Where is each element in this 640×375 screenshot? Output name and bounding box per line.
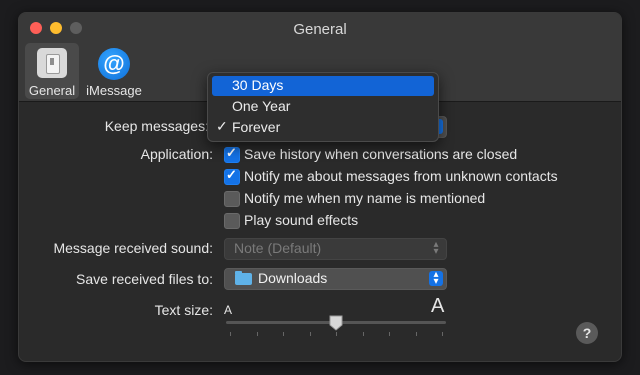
text-size-small-icon: A bbox=[224, 303, 233, 317]
application-label: Application: bbox=[140, 146, 213, 162]
keep-messages-label: Keep messages: bbox=[104, 118, 209, 134]
menu-item-forever[interactable]: ✓ Forever bbox=[212, 118, 434, 138]
window-title: General bbox=[293, 21, 347, 38]
tab-imessage-label: iMessage bbox=[86, 83, 142, 98]
slider-tick bbox=[256, 332, 258, 336]
menu-item-label: One Year bbox=[232, 98, 291, 114]
preferences-window: General General @ iMessage Keep messages… bbox=[18, 12, 622, 362]
message-sound-value: Note (Default) bbox=[234, 240, 322, 256]
slider-tick bbox=[415, 332, 417, 336]
checkbox-box[interactable] bbox=[224, 191, 240, 207]
general-switch-icon bbox=[37, 48, 67, 78]
text-size-label: Text size: bbox=[154, 302, 213, 318]
slider-tick bbox=[230, 332, 231, 336]
checkbox-label: Notify me when my name is mentioned bbox=[244, 190, 486, 206]
tab-general[interactable]: General bbox=[25, 43, 79, 99]
slider-tick bbox=[283, 332, 284, 336]
slider-tick bbox=[362, 332, 364, 336]
slider-tick bbox=[336, 332, 337, 336]
popup-arrows-icon: ▴▾ bbox=[433, 239, 439, 257]
slider-tick bbox=[442, 332, 443, 336]
checkbox-box[interactable] bbox=[224, 213, 240, 229]
checkbox-label: Notify me about messages from unknown co… bbox=[244, 168, 558, 184]
message-sound-label: Message received sound: bbox=[53, 240, 213, 256]
save-files-select[interactable]: Downloads ▴ ▾ bbox=[224, 268, 447, 290]
text-size-slider-thumb[interactable] bbox=[329, 315, 343, 331]
menu-item-30-days[interactable]: 30 Days bbox=[212, 76, 434, 96]
text-size-large-icon: A bbox=[431, 295, 445, 317]
checkbox-label: Save history when conversations are clos… bbox=[244, 146, 518, 162]
tab-imessage[interactable]: @ iMessage bbox=[83, 43, 145, 99]
checkbox-box[interactable] bbox=[224, 167, 240, 185]
popup-arrows-icon: ▴▾ bbox=[429, 270, 443, 287]
folder-icon bbox=[235, 271, 252, 285]
at-sign-icon: @ bbox=[98, 48, 130, 80]
slider-tick bbox=[309, 332, 311, 336]
checkmark-icon: ✓ bbox=[216, 118, 228, 134]
keep-messages-menu: 30 Days One Year ✓ Forever bbox=[207, 72, 439, 142]
help-button[interactable]: ? bbox=[576, 322, 598, 344]
menu-item-one-year[interactable]: One Year bbox=[212, 97, 434, 117]
tab-general-label: General bbox=[28, 83, 76, 98]
checkbox-label: Play sound effects bbox=[244, 212, 359, 228]
slider-tick bbox=[389, 332, 390, 336]
save-files-label: Save received files to: bbox=[76, 271, 213, 287]
message-sound-select[interactable]: Note (Default) ▴ ▾ bbox=[224, 238, 447, 260]
checkbox-box[interactable] bbox=[224, 145, 240, 163]
menu-item-label: 30 Days bbox=[232, 77, 284, 93]
menu-item-label: Forever bbox=[232, 119, 281, 135]
save-files-value: Downloads bbox=[258, 270, 328, 286]
